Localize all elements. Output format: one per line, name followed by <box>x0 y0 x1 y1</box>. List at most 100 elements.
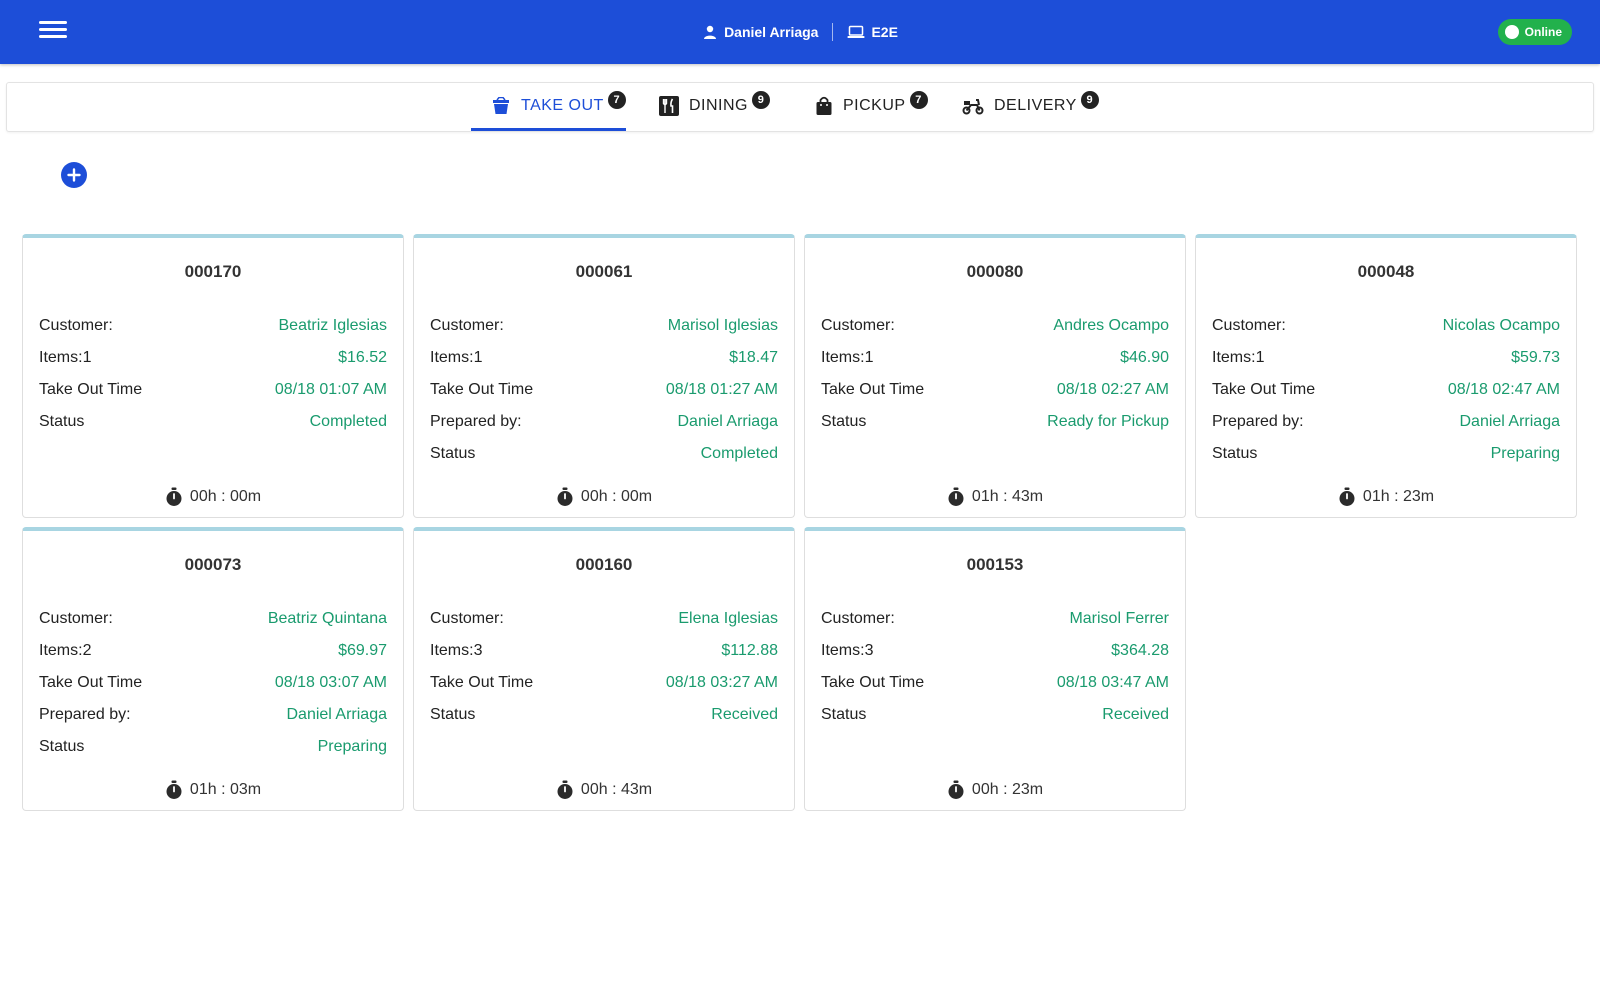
dining-icon <box>659 96 679 116</box>
order-detail-row: Take Out Time 08/18 02:27 AM <box>821 374 1169 406</box>
detail-value: Daniel Arriaga <box>677 413 779 430</box>
tab-label: DINING <box>689 97 748 114</box>
tab-count-badge: 9 <box>752 91 770 109</box>
detail-label: Take Out Time <box>430 674 534 691</box>
order-card[interactable]: 000073 Customer: Beatriz Quintana Items:2 $6… <box>22 527 404 811</box>
detail-value: Marisol Iglesias <box>667 317 778 334</box>
detail-label: Status <box>430 706 476 723</box>
detail-value: Nicolas Ocampo <box>1442 317 1560 334</box>
order-detail-row: Customer: Elena Iglesias <box>430 603 778 635</box>
detail-value: 08/18 01:07 AM <box>274 381 387 398</box>
order-details: Customer: Marisol Ferrer Items:3 $364.28 Tak… <box>821 603 1169 731</box>
online-status-toggle[interactable]: Online <box>1497 19 1572 45</box>
detail-label: Items:1 <box>430 349 483 366</box>
tab-delivery[interactable]: DELIVERY 9 <box>962 83 1099 129</box>
detail-value: 08/18 03:47 AM <box>1056 674 1169 691</box>
order-detail-row: Take Out Time 08/18 02:47 AM <box>1212 374 1560 406</box>
device-name: E2E <box>871 24 898 40</box>
elapsed-timer: 00h : 00m <box>414 485 794 509</box>
tab-label: DELIVERY <box>994 97 1077 114</box>
order-card[interactable]: 000153 Customer: Marisol Ferrer Items:3 $364… <box>804 527 1186 811</box>
toggle-knob <box>1504 25 1519 39</box>
delivery-scooter-icon <box>962 99 984 115</box>
detail-label: Status <box>821 413 867 430</box>
order-detail-row: Status Completed <box>39 406 387 438</box>
add-order-button[interactable] <box>61 162 87 188</box>
order-type-tabs: TAKE OUT 7 DINING 9 PICKUP 7 DELIVERY 9 <box>6 82 1594 132</box>
order-detail-row: Items:2 $69.97 <box>39 635 387 667</box>
user-icon <box>704 25 717 39</box>
order-detail-row: Status Preparing <box>1212 438 1560 470</box>
detail-value: Completed <box>700 445 778 462</box>
order-number: 000160 <box>575 555 633 574</box>
tab-pickup[interactable]: PICKUP 7 <box>815 83 928 129</box>
order-detail-row: Status Ready for Pickup <box>821 406 1169 438</box>
stopwatch-icon <box>557 780 573 799</box>
detail-value: $364.28 <box>1111 642 1169 659</box>
tab-label: TAKE OUT <box>521 97 604 114</box>
detail-label: Customer: <box>821 610 895 627</box>
order-card[interactable]: 000048 Customer: Nicolas Ocampo Items:1 $59.… <box>1195 234 1577 518</box>
pickup-bag-icon <box>816 96 832 115</box>
detail-value: Preparing <box>1490 445 1560 462</box>
detail-label: Take Out Time <box>39 381 143 398</box>
order-card[interactable]: 000061 Customer: Marisol Iglesias Items:1 $1… <box>413 234 795 518</box>
detail-label: Take Out Time <box>430 381 534 398</box>
order-details: Customer: Beatriz Iglesias Items:1 $16.52 Ta… <box>39 310 387 438</box>
stopwatch-icon <box>1339 487 1355 506</box>
detail-label: Items:1 <box>39 349 92 366</box>
detail-value: 08/18 01:27 AM <box>665 381 778 398</box>
detail-value: Daniel Arriaga <box>286 706 388 723</box>
tab-dining[interactable]: DINING 9 <box>659 83 770 129</box>
order-detail-row: Items:3 $112.88 <box>430 635 778 667</box>
order-detail-row: Customer: Nicolas Ocampo <box>1212 310 1560 342</box>
detail-value: Elena Iglesias <box>678 610 778 627</box>
order-card[interactable]: 000170 Customer: Beatriz Iglesias Items:1 $1… <box>22 234 404 518</box>
stopwatch-icon <box>166 487 182 506</box>
order-card[interactable]: 000160 Customer: Elena Iglesias Items:3 $112… <box>413 527 795 811</box>
elapsed-time: 01h : 23m <box>1362 488 1435 505</box>
user-name: Daniel Arriaga <box>724 24 819 40</box>
tab-label: PICKUP <box>843 97 906 114</box>
detail-label: Take Out Time <box>821 674 925 691</box>
detail-value: Andres Ocampo <box>1053 317 1169 334</box>
elapsed-time: 01h : 43m <box>971 488 1044 505</box>
elapsed-time: 00h : 00m <box>189 488 262 505</box>
order-number: 000080 <box>966 262 1024 281</box>
elapsed-time: 00h : 23m <box>971 781 1044 798</box>
order-detail-row: Prepared by: Daniel Arriaga <box>39 699 387 731</box>
elapsed-time: 00h : 43m <box>580 781 653 798</box>
detail-label: Customer: <box>430 610 504 627</box>
detail-label: Items:2 <box>39 642 92 659</box>
order-detail-row: Take Out Time 08/18 01:07 AM <box>39 374 387 406</box>
hamburger-menu-icon[interactable] <box>36 18 70 46</box>
order-detail-row: Prepared by: Daniel Arriaga <box>430 406 778 438</box>
detail-label: Take Out Time <box>1212 381 1316 398</box>
detail-label: Customer: <box>39 317 113 334</box>
order-detail-row: Customer: Beatriz Iglesias <box>39 310 387 342</box>
elapsed-timer: 01h : 23m <box>1196 485 1576 509</box>
detail-value: $16.52 <box>338 349 387 366</box>
detail-value: Beatriz Quintana <box>267 610 387 627</box>
detail-label: Prepared by: <box>1212 413 1304 430</box>
order-number: 000153 <box>966 555 1024 574</box>
order-detail-row: Items:1 $18.47 <box>430 342 778 374</box>
header-divider <box>832 23 834 41</box>
detail-value: $59.73 <box>1511 349 1560 366</box>
order-detail-row: Status Received <box>430 699 778 731</box>
order-card[interactable]: 000080 Customer: Andres Ocampo Items:1 $46.9… <box>804 234 1186 518</box>
detail-value: 08/18 02:27 AM <box>1056 381 1169 398</box>
tab-count-badge: 7 <box>909 91 928 109</box>
elapsed-timer: 01h : 03m <box>23 778 403 802</box>
online-status-label: Online <box>1524 25 1562 39</box>
detail-label: Status <box>39 738 85 755</box>
order-detail-row: Customer: Andres Ocampo <box>821 310 1169 342</box>
tab-take-out[interactable]: TAKE OUT 7 <box>471 83 626 131</box>
detail-label: Items:3 <box>821 642 874 659</box>
detail-label: Prepared by: <box>39 706 131 723</box>
user-info: Daniel Arriaga E2E <box>0 0 1600 64</box>
order-detail-row: Prepared by: Daniel Arriaga <box>1212 406 1560 438</box>
order-detail-row: Status Received <box>821 699 1169 731</box>
detail-label: Customer: <box>821 317 895 334</box>
detail-label: Customer: <box>430 317 504 334</box>
